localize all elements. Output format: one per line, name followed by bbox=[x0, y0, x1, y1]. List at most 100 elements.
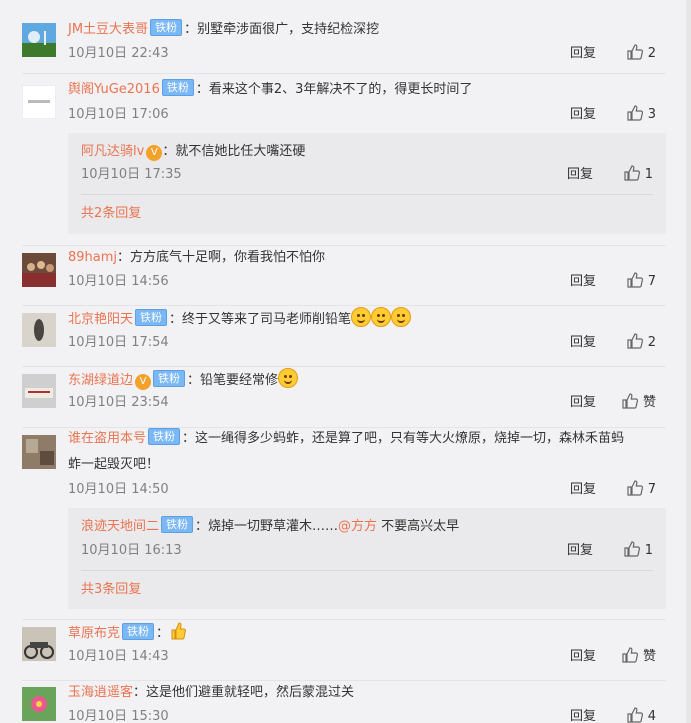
reply-button[interactable]: 回复 bbox=[570, 482, 596, 497]
reply-button[interactable]: 回复 bbox=[570, 107, 596, 122]
timestamp: 10月10日 17:06 bbox=[68, 107, 169, 122]
username[interactable]: 北京艳阳天 bbox=[68, 312, 133, 327]
like-count: 1 bbox=[644, 167, 653, 182]
comment-body: 舆阁YuGe2016 铁粉 ：看来这个事2、3年解决不了的，得更长时间了 bbox=[68, 79, 656, 101]
like-count: 2 bbox=[647, 46, 656, 61]
fan-badge[interactable]: 铁粉 bbox=[148, 428, 181, 445]
avatar[interactable] bbox=[22, 23, 56, 57]
comment-text: ：这是他们避重就轻吧，然后蒙混过关 bbox=[133, 685, 355, 700]
comment-item: JM土豆大表哥 铁粉 ：别墅牵涉面很广，支持纪检深挖 10月10日 22:43 回复… bbox=[0, 0, 686, 74]
fan-badge[interactable]: 铁粉 bbox=[122, 623, 155, 640]
reply-text: ：烧掉一切野草灌木…… bbox=[195, 519, 339, 534]
reply-button[interactable]: 回复 bbox=[570, 274, 596, 289]
like-count: 3 bbox=[647, 107, 656, 122]
like-button[interactable]: 1 bbox=[613, 541, 653, 561]
timestamp: 10月10日 23:54 bbox=[68, 395, 169, 410]
timestamp: 10月10日 17:35 bbox=[81, 167, 182, 182]
avatar[interactable] bbox=[22, 85, 56, 119]
comment-text: ：这一绳得多少蚂蚱，还是算了吧，只有等大火燎原，烧掉一切，森林禾苗蚂 bbox=[182, 431, 625, 446]
like-button[interactable]: 2 bbox=[616, 333, 656, 353]
avatar[interactable] bbox=[22, 374, 56, 408]
reply-button[interactable]: 回复 bbox=[570, 709, 596, 723]
more-replies-link[interactable]: 共2条回复 bbox=[81, 204, 141, 224]
comment-meta: 10月10日 14:43 回复 赞 bbox=[68, 647, 656, 667]
timestamp: 10月10日 15:30 bbox=[68, 709, 169, 723]
comment-body: 北京艳阳天 铁粉 ：终于又等来了司马老师削铅笔 bbox=[68, 307, 656, 331]
face-emoji-icon bbox=[351, 307, 372, 327]
reply-button[interactable]: 回复 bbox=[570, 46, 596, 61]
like-count: 4 bbox=[647, 709, 656, 723]
comment-item: 东湖绿道边 V 铁粉 ：铅笔要经常修 10月10日 23:54 回复 赞 bbox=[0, 367, 686, 428]
vip-level-icon: V bbox=[135, 374, 152, 390]
more-replies-link[interactable]: 共3条回复 bbox=[81, 580, 141, 600]
sub-reply-box: 浪迹天地间二 铁粉 ：烧掉一切野草灌木……@方方 不要高兴太早 10月10日 16:… bbox=[68, 508, 666, 609]
comment-body: 草原布克 铁粉： bbox=[68, 621, 656, 645]
fan-badge[interactable]: 铁粉 bbox=[135, 309, 168, 326]
username[interactable]: 草原布克 bbox=[68, 626, 120, 641]
timestamp: 10月10日 22:43 bbox=[68, 46, 169, 61]
avatar[interactable] bbox=[22, 253, 56, 287]
reply-button[interactable]: 回复 bbox=[570, 649, 596, 664]
username[interactable]: JM土豆大表哥 bbox=[68, 22, 148, 37]
comment-text: ： bbox=[156, 626, 170, 641]
fan-badge[interactable]: 铁粉 bbox=[161, 79, 194, 96]
like-button[interactable]: 赞 bbox=[616, 393, 656, 413]
like-count: 1 bbox=[644, 543, 653, 558]
comment-item: 谁在盗用本号 铁粉 ：这一绳得多少蚂蚱，还是算了吧，只有等大火燎原，烧掉一切，森林禾… bbox=[0, 428, 686, 620]
scrollbar[interactable] bbox=[686, 0, 691, 723]
thumb-up-icon bbox=[624, 541, 640, 557]
comment-text: ：看来这个事2、3年解决不了的，得更长时间了 bbox=[195, 82, 473, 97]
comment-text: ：别墅牵涉面很广，支持纪检深挖 bbox=[184, 22, 380, 37]
mention-link[interactable]: @方方 bbox=[338, 519, 377, 534]
thumb-up-icon bbox=[624, 165, 640, 181]
username[interactable]: 谁在盗用本号 bbox=[68, 431, 146, 446]
username[interactable]: 89hamj bbox=[68, 250, 117, 265]
face-emoji-icon bbox=[371, 307, 392, 327]
like-button[interactable]: 赞 bbox=[616, 647, 656, 667]
avatar[interactable] bbox=[22, 687, 56, 721]
divider bbox=[81, 194, 653, 195]
reply-button[interactable]: 回复 bbox=[567, 167, 593, 182]
fan-badge[interactable]: 铁粉 bbox=[161, 516, 194, 533]
username[interactable]: 舆阁YuGe2016 bbox=[68, 82, 160, 97]
avatar[interactable] bbox=[22, 627, 56, 661]
comment-text: 蚱一起毁灭吧！ bbox=[68, 457, 160, 472]
vip-level-icon: V bbox=[146, 145, 163, 161]
thumb-up-icon bbox=[627, 707, 643, 723]
like-button[interactable]: 4 bbox=[616, 707, 656, 723]
reply-button[interactable]: 回复 bbox=[567, 543, 593, 558]
like-count: 7 bbox=[647, 274, 656, 289]
fan-badge[interactable]: 铁粉 bbox=[150, 19, 183, 36]
comment-item: 玉海逍遥客：这是他们避重就轻吧，然后蒙混过关 10月10日 15:30 回复 4 bbox=[0, 681, 686, 723]
thumb-up-icon bbox=[627, 44, 643, 60]
fan-badge[interactable]: 铁粉 bbox=[153, 370, 186, 387]
comment-text: ：终于又等来了司马老师削铅笔 bbox=[169, 312, 352, 327]
like-button[interactable]: 3 bbox=[616, 105, 656, 125]
comment-body: 玉海逍遥客：这是他们避重就轻吧，然后蒙混过关 bbox=[68, 682, 656, 704]
username[interactable]: 阿凡达骑lv bbox=[81, 144, 144, 159]
avatar[interactable] bbox=[22, 313, 56, 347]
comment-item: 舆阁YuGe2016 铁粉 ：看来这个事2、3年解决不了的，得更长时间了 10月10… bbox=[0, 74, 686, 246]
comment-meta: 10月10日 14:56 回复 7 bbox=[68, 272, 656, 292]
username[interactable]: 玉海逍遥客 bbox=[68, 685, 133, 700]
comment-body: 谁在盗用本号 铁粉 ：这一绳得多少蚂蚱，还是算了吧，只有等大火燎原，烧掉一切，森林禾… bbox=[68, 428, 656, 450]
thumb-up-icon bbox=[627, 272, 643, 288]
comment-text: ：方方底气十足啊，你看我怕不怕你 bbox=[117, 250, 326, 265]
username[interactable]: 东湖绿道边 bbox=[68, 373, 133, 388]
reply-button[interactable]: 回复 bbox=[570, 395, 596, 410]
reply-button[interactable]: 回复 bbox=[570, 335, 596, 350]
avatar[interactable] bbox=[22, 435, 56, 469]
like-button[interactable]: 7 bbox=[616, 480, 656, 500]
like-button[interactable]: 7 bbox=[616, 272, 656, 292]
divider bbox=[81, 570, 653, 571]
sub-reply-meta: 10月10日 17:35 回复 1 bbox=[81, 165, 653, 185]
comment-meta: 10月10日 15:30 回复 4 bbox=[68, 707, 656, 723]
username[interactable]: 浪迹天地间二 bbox=[81, 519, 159, 534]
timestamp: 10月10日 14:50 bbox=[68, 482, 169, 497]
like-button[interactable]: 1 bbox=[613, 165, 653, 185]
sub-reply-body: 浪迹天地间二 铁粉 ：烧掉一切野草灌木……@方方 不要高兴太早 bbox=[81, 516, 653, 538]
comment-body-cont: 蚱一起毁灭吧！ bbox=[68, 454, 656, 476]
like-button[interactable]: 2 bbox=[616, 44, 656, 64]
like-count: 赞 bbox=[642, 649, 656, 664]
thumb-up-icon bbox=[627, 105, 643, 121]
